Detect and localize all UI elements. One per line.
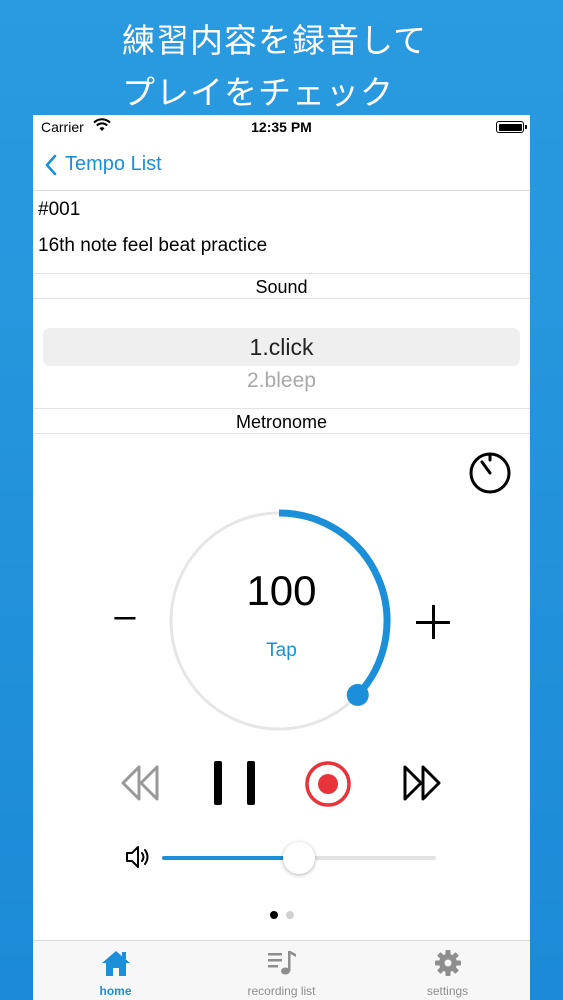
record-icon: [305, 761, 351, 807]
tempo-dial[interactable]: [33, 505, 530, 745]
status-bar: Carrier 12:35 PM: [33, 115, 530, 139]
volume-slider[interactable]: [162, 842, 436, 874]
tab-home-label: home: [99, 984, 132, 998]
tab-recording-list-label: recording list: [247, 984, 316, 998]
promo-banner: 練習内容を録音して プレイをチェック: [0, 0, 563, 115]
home-icon: [101, 951, 130, 976]
pause-button[interactable]: [214, 761, 258, 810]
tempo-number: #001: [38, 199, 81, 220]
metronome-header: Metronome: [33, 408, 530, 434]
navigation-bar: Tempo List: [33, 139, 530, 191]
tab-bar: home recording list settings: [33, 940, 530, 1000]
sound-picker-option[interactable]: 2.bleep: [33, 369, 530, 393]
page-dot[interactable]: [269, 911, 278, 919]
tap-button[interactable]: Tap: [33, 640, 530, 662]
rewind-icon: [121, 765, 159, 801]
sound-picker-selected[interactable]: 1.click: [43, 328, 520, 366]
pause-icon: [214, 761, 255, 805]
promo-line-1: 練習内容を録音して: [122, 21, 428, 60]
tab-settings-label: settings: [426, 984, 469, 998]
battery-icon: [496, 121, 527, 133]
tab-home[interactable]: home: [33, 949, 198, 998]
tab-recording-list[interactable]: recording list: [199, 949, 364, 998]
status-time: 12:35 PM: [251, 119, 312, 135]
tempo-info: #001 16th note feel beat practice: [38, 199, 267, 257]
rewind-button[interactable]: [119, 763, 163, 808]
gear-icon: [434, 950, 461, 976]
tempo-title: 16th note feel beat practice: [38, 235, 268, 256]
page-indicator: [33, 906, 530, 924]
fast-forward-button[interactable]: [401, 763, 445, 808]
music-list-icon: [267, 951, 296, 975]
decrease-tempo-button[interactable]: –: [111, 597, 139, 635]
record-button[interactable]: [303, 759, 353, 814]
volume-slider-thumb[interactable]: [283, 842, 315, 874]
page-dot[interactable]: [285, 911, 294, 919]
phone-screen: Carrier 12:35 PM Tempo List #001 16th no…: [33, 115, 530, 1000]
tab-settings[interactable]: settings: [365, 949, 530, 998]
dial-knob[interactable]: [346, 683, 369, 706]
increase-tempo-button[interactable]: [416, 605, 450, 641]
chevron-left-icon: [45, 154, 57, 175]
sound-header: Sound: [33, 273, 530, 299]
back-button[interactable]: Tempo List: [45, 153, 162, 176]
playback-controls: [33, 755, 530, 815]
speaker-icon: [125, 844, 153, 875]
timer-icon[interactable]: [468, 451, 512, 500]
bpm-value: 100: [246, 567, 317, 614]
volume-slider-fill: [162, 856, 299, 860]
back-button-label: Tempo List: [65, 153, 162, 175]
fast-forward-icon: [403, 765, 441, 801]
promo-line-2: プレイをチェック: [122, 73, 394, 112]
